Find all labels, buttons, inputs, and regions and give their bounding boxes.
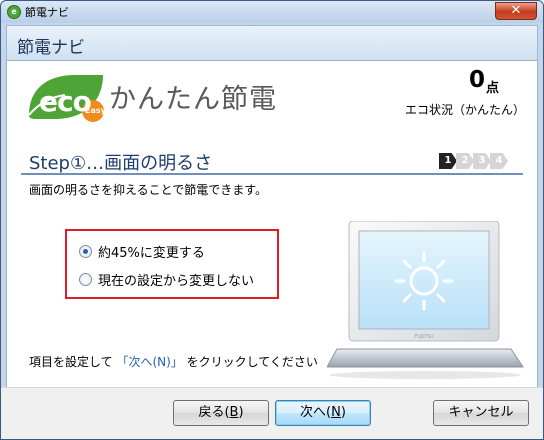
option-highlight-box: 約45%に変更する 現在の設定から変更しない — [65, 229, 279, 299]
header-title: 節電ナビ — [17, 38, 85, 58]
next-button[interactable]: 次へ(N) — [275, 400, 371, 426]
close-button[interactable]: ✕ — [495, 2, 537, 20]
radio-change-45[interactable] — [79, 244, 92, 258]
eco-app-icon: e — [7, 5, 21, 19]
score-value: 0 — [468, 67, 485, 93]
cancel-button[interactable]: キャンセル — [433, 400, 529, 426]
content-panel: eco Easy かんたん節電 0 点 エコ状況（かんたん） Step①…画面の… — [6, 61, 538, 387]
instruction-text: 項目を設定して 「次へ(N)」 をクリックしてください — [29, 353, 318, 370]
eco-easy-logo: eco Easy — [25, 71, 107, 123]
step-2-marker: 2 — [456, 153, 474, 169]
next-button-label: 次へ( — [300, 405, 332, 420]
step-3-marker: 3 — [473, 153, 491, 169]
eco-logo-text: eco — [39, 85, 92, 118]
back-button-label: 戻る( — [198, 405, 230, 420]
eco-status-caption: エコ状況（かんたん） — [404, 103, 525, 117]
next-button-mnemonic: N — [331, 405, 341, 420]
mode-title: かんたん節電 — [109, 84, 277, 115]
step-divider — [21, 173, 523, 175]
option-change-45[interactable]: 約45%に変更する — [79, 241, 205, 261]
svg-text:FUJITSU: FUJITSU — [414, 334, 434, 340]
button-bar: 戻る(B) 次へ(N) キャンセル — [1, 387, 543, 439]
instruction-next-reference: 「次へ(N)」 — [116, 355, 183, 369]
option-label: 約45%に変更する — [98, 245, 205, 261]
radio-keep-current[interactable] — [79, 272, 92, 286]
step-1-marker: 1 — [439, 153, 457, 169]
title-bar[interactable]: e 節電ナビ ✕ — [1, 1, 543, 23]
instruction-suffix: をクリックしてください — [186, 355, 318, 369]
back-button[interactable]: 戻る(B) — [173, 400, 269, 426]
next-button-close: ) — [340, 405, 346, 420]
score-unit: 点 — [485, 81, 499, 96]
step-description: 画面の明るさを抑えることで節電できます。 — [29, 183, 268, 197]
step-title: Step①…画面の明るさ — [29, 153, 213, 174]
option-keep-current[interactable]: 現在の設定から変更しない — [79, 269, 254, 289]
step-4-marker: 4 — [490, 153, 508, 169]
window-title: 節電ナビ — [25, 6, 69, 19]
wizard-window: e 節電ナビ ✕ 節電ナビ eco Easy かんたん節電 0 点 エコ状況（か… — [0, 0, 544, 440]
header-band: 節電ナビ — [6, 25, 538, 61]
instruction-prefix: 項目を設定して — [29, 355, 113, 369]
easy-logo-text: Easy — [85, 106, 106, 115]
back-button-close: ) — [238, 405, 244, 420]
laptop-illustration: FUJITSU — [327, 221, 524, 379]
option-label: 現在の設定から変更しない — [98, 273, 255, 289]
